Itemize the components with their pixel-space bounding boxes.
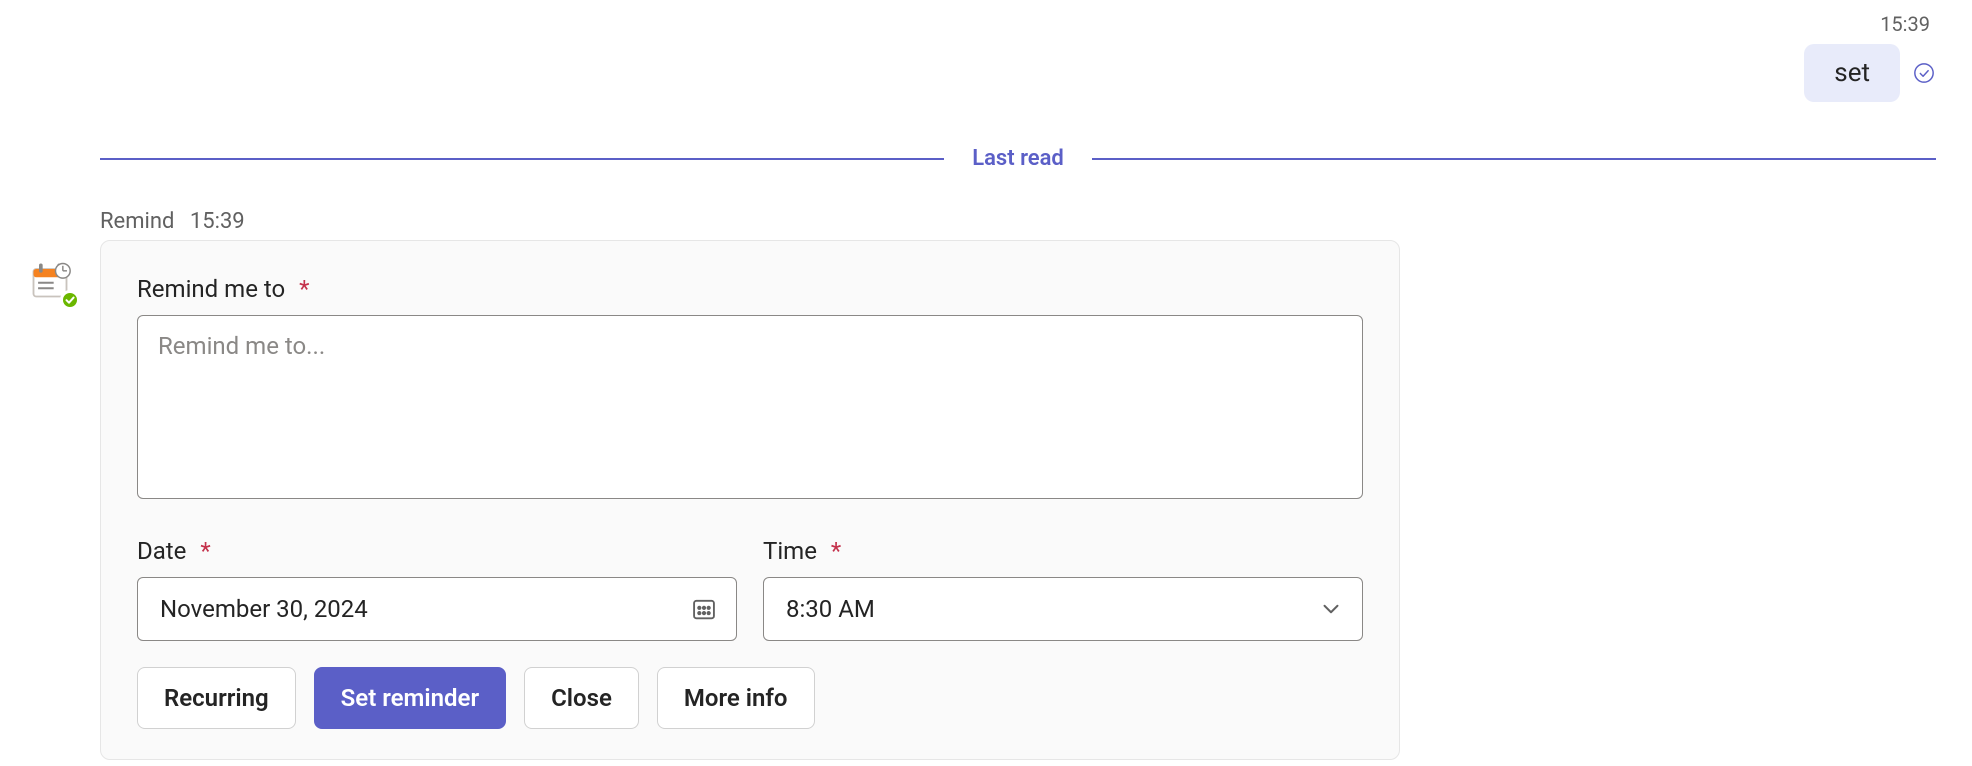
recurring-button[interactable]: Recurring [137, 667, 296, 729]
bot-avatar[interactable] [28, 258, 76, 306]
date-label-text: Date [137, 537, 186, 565]
set-reminder-button[interactable]: Set reminder [314, 667, 506, 729]
date-picker[interactable]: November 30, 2024 [137, 577, 737, 641]
last-read-label: Last read [972, 146, 1064, 171]
remind-textarea[interactable] [137, 315, 1363, 499]
date-field-label: Date * [137, 537, 737, 565]
date-value: November 30, 2024 [160, 595, 368, 623]
seen-check-icon [1912, 61, 1936, 85]
date-time-row: Date * November 30, 2024 [137, 537, 1363, 641]
close-button[interactable]: Close [524, 667, 639, 729]
divider-line-right [1092, 158, 1936, 160]
outgoing-line: set [0, 44, 1936, 102]
bot-timestamp: 15:39 [190, 209, 245, 234]
outgoing-timestamp: 15:39 [0, 12, 1936, 36]
date-column: Date * November 30, 2024 [137, 537, 737, 641]
bot-message-row: Remind me to * Date * November 30, 2024 [28, 240, 1972, 760]
time-value: 8:30 AM [786, 595, 875, 623]
outgoing-message-bubble[interactable]: set [1804, 44, 1900, 102]
bot-message-header: Remind 15:39 [100, 209, 1972, 234]
required-asterisk: * [200, 537, 210, 565]
reminder-card: Remind me to * Date * November 30, 2024 [100, 240, 1400, 760]
chat-canvas: 15:39 set Last read Remind 15:39 [0, 0, 1972, 766]
remind-label-text: Remind me to [137, 275, 285, 303]
outgoing-message-group: 15:39 set [0, 12, 1936, 102]
required-asterisk: * [831, 537, 841, 565]
required-asterisk: * [299, 275, 309, 303]
last-read-divider: Last read [100, 146, 1936, 171]
bot-name: Remind [100, 209, 174, 234]
divider-line-left [100, 158, 944, 160]
calendar-icon [690, 595, 718, 623]
time-label-text: Time [763, 537, 817, 565]
time-select[interactable]: 8:30 AM [763, 577, 1363, 641]
chevron-down-icon [1318, 596, 1344, 622]
presence-available-icon [60, 290, 80, 310]
time-column: Time * 8:30 AM [763, 537, 1363, 641]
button-row: Recurring Set reminder Close More info [137, 667, 1363, 729]
remind-field-label: Remind me to * [137, 275, 1363, 303]
time-field-label: Time * [763, 537, 1363, 565]
more-info-button[interactable]: More info [657, 667, 815, 729]
